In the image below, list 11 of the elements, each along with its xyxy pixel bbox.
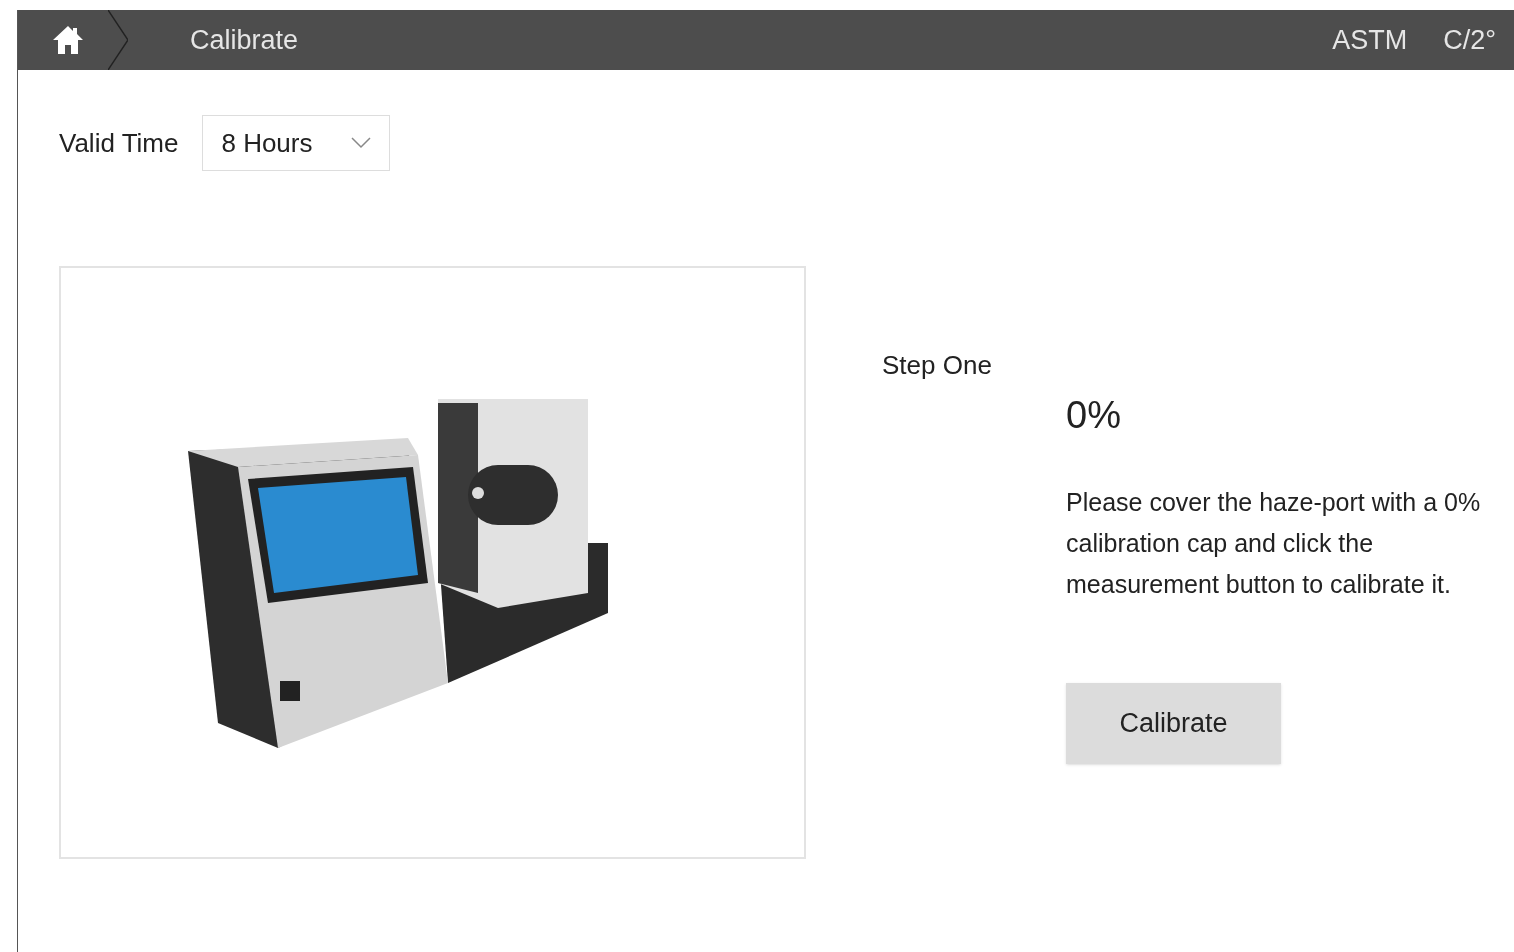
valid-time-dropdown[interactable]: 8 Hours [202,115,391,171]
calibrate-button[interactable]: Calibrate [1066,683,1281,764]
instruction-text: Please cover the haze-port with a 0% calibration cap and click the measurement button to calibrate it. [1066,487,1482,600]
chevron-down-icon [351,137,372,149]
step-value: 0% [1066,393,1122,438]
standard-label: ASTM [1332,23,1408,57]
illuminant-label: C/2° [1443,23,1496,57]
step-label: Step One [882,349,993,382]
valid-time-label: Valid Time [59,126,179,160]
breadcrumb-separator-icon [108,10,128,70]
page-title: Calibrate [190,23,299,57]
